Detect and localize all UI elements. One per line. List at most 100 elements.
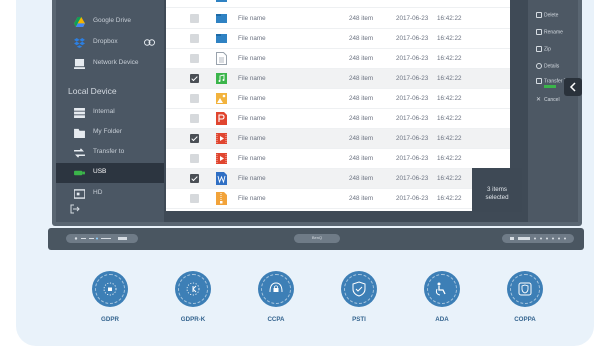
table-row[interactable]: File name 248 item 2017-06-23 16:42:22	[166, 49, 510, 69]
table-row[interactable]: File name 248 item 2017-06-23 16:42:22	[166, 69, 510, 89]
row-checkbox[interactable]	[190, 134, 199, 143]
hd-icon	[74, 189, 85, 199]
ada-accessibility-icon	[435, 282, 446, 296]
sidebar: Google Drive Dropbox Network Device Loca…	[56, 0, 164, 222]
file-size: 248 item	[349, 155, 374, 162]
transfer-to-icon	[536, 78, 542, 84]
sidebar-item-transfer-to[interactable]: Transfer to	[56, 143, 164, 163]
file-size: 248 item	[349, 95, 374, 102]
selection-summary: 3 items selected	[472, 168, 522, 212]
file-name: File name	[238, 75, 266, 82]
table-row[interactable]: File name 248 item 2017-06-23 16:42:22	[166, 89, 510, 109]
table-row[interactable]: File name 248 item 2017-06-23 16:42:22	[166, 109, 510, 129]
file-time: 16:42:22	[437, 155, 462, 162]
document-file-icon	[216, 52, 227, 65]
link-icon[interactable]	[144, 39, 155, 46]
file-size: 248 item	[349, 75, 374, 82]
sidebar-item-hd[interactable]: HD	[56, 184, 164, 204]
usb-icon	[74, 170, 85, 176]
word-file-icon	[216, 172, 227, 185]
file-time: 16:42:22	[437, 15, 462, 22]
file-date: 2017-06-23	[396, 15, 429, 22]
file-date: 2017-06-23	[396, 155, 429, 162]
row-checkbox[interactable]	[190, 154, 199, 163]
file-name: File name	[238, 55, 266, 62]
cancel-button[interactable]: ✕ Cancel	[536, 96, 560, 103]
file-name: File name	[238, 155, 266, 162]
delete-button[interactable]: Delete	[536, 12, 558, 18]
brand-plate: BenQ	[294, 234, 340, 243]
file-date: 2017-06-23	[396, 35, 429, 42]
bezel-left-controls[interactable]	[66, 234, 138, 243]
sidebar-item-dropbox[interactable]: Dropbox	[56, 33, 164, 53]
sidebar-item-network-device[interactable]: Network Device	[56, 54, 164, 74]
file-date: 2017-06-23	[396, 115, 429, 122]
folder-file-icon	[216, 34, 227, 43]
file-name: File name	[238, 115, 266, 122]
panel-toggle-button[interactable]	[564, 78, 582, 96]
file-date: 2017-06-23	[396, 135, 429, 142]
rename-button[interactable]: Rename	[536, 29, 563, 35]
file-time: 16:42:22	[437, 175, 462, 182]
zip-icon	[536, 46, 542, 52]
selection-status: selected	[485, 194, 509, 201]
rename-icon	[536, 29, 542, 35]
file-name: File name	[238, 15, 266, 22]
badge-label: GDPR-K	[180, 316, 206, 323]
sidebar-item-label: My Folder	[93, 128, 122, 135]
badge-label: CCPA	[267, 316, 285, 323]
file-size: 248 item	[349, 15, 374, 22]
file-name: File name	[238, 175, 266, 182]
row-checkbox[interactable]	[190, 114, 199, 123]
table-row[interactable]: File name 248 item 2017-06-23 16:42:22	[166, 29, 510, 49]
gdpr-k-stars-icon	[186, 282, 200, 296]
details-icon	[536, 63, 542, 69]
file-date: 2017-06-23	[396, 95, 429, 102]
file-date: 2017-06-23	[396, 75, 429, 82]
table-row[interactable]	[166, 0, 510, 8]
local-device-heading: Local Device	[68, 86, 117, 96]
sidebar-item-my-folder[interactable]: My Folder	[56, 123, 164, 143]
video-file-icon	[216, 153, 227, 164]
details-button[interactable]: Details	[536, 63, 559, 69]
zip-file-icon	[216, 192, 227, 205]
row-checkbox[interactable]	[190, 94, 199, 103]
sidebar-item-google-drive[interactable]: Google Drive	[56, 12, 164, 32]
table-row[interactable]: File name 248 item 2017-06-23 16:42:22	[166, 149, 510, 169]
file-time: 16:42:22	[437, 115, 462, 122]
table-row[interactable]: File name 248 item 2017-06-23 16:42:22	[166, 189, 510, 209]
row-checkbox[interactable]	[190, 54, 199, 63]
row-checkbox[interactable]	[190, 34, 199, 43]
folder-file-icon	[216, 14, 227, 23]
row-checkbox[interactable]	[190, 174, 199, 183]
file-size: 248 item	[349, 195, 374, 202]
rename-label: Rename	[544, 29, 563, 36]
file-time: 16:42:22	[437, 55, 462, 62]
chevron-left-icon	[569, 82, 576, 92]
row-checkbox[interactable]	[190, 194, 199, 203]
dropbox-icon	[74, 38, 85, 48]
folder-file-icon	[216, 0, 227, 2]
transfer-icon	[74, 148, 85, 158]
action-panel: Delete Rename Zip Details Transfer To ✕ C…	[528, 0, 578, 222]
row-checkbox[interactable]	[190, 74, 199, 83]
table-row[interactable]: File name 248 item 2017-06-23 16:42:22	[166, 129, 510, 149]
sign-out-icon[interactable]	[70, 204, 80, 214]
bezel-right-controls[interactable]	[502, 234, 574, 243]
table-row[interactable]: File name 248 item 2017-06-23 16:42:22	[166, 169, 510, 189]
badge-label: GDPR	[101, 316, 119, 323]
sidebar-item-label: Transfer to	[93, 148, 125, 155]
coppa-shield-icon	[518, 282, 532, 296]
sidebar-item-internal[interactable]: Internal	[56, 103, 164, 123]
sidebar-item-usb[interactable]: USB	[56, 163, 164, 183]
file-size: 248 item	[349, 115, 374, 122]
table-row[interactable]: File name 248 item 2017-06-23 16:42:22	[166, 9, 510, 29]
file-date: 2017-06-23	[396, 195, 429, 202]
file-name: File name	[238, 195, 266, 202]
row-checkbox[interactable]	[190, 14, 199, 23]
powerpoint-file-icon	[216, 112, 227, 125]
zip-button[interactable]: Zip	[536, 46, 551, 52]
sidebar-item-label: Internal	[93, 108, 115, 115]
file-date: 2017-06-23	[396, 55, 429, 62]
file-size: 248 item	[349, 35, 374, 42]
